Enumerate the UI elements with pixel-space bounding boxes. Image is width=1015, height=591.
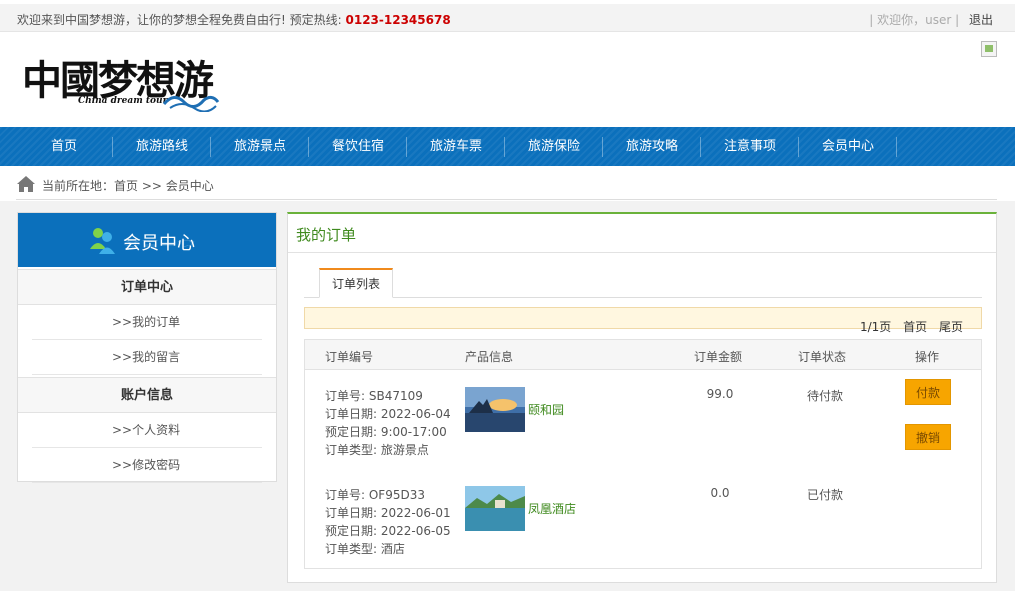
- orders-table: 订单编号 产品信息 订单金额 订单状态 操作 订单号: SB47109 订单日期…: [304, 339, 982, 569]
- members-icon: [90, 228, 115, 254]
- title-divider: [288, 252, 996, 253]
- order-date: 订单日期: 2022-06-04: [325, 407, 451, 421]
- table-row: 订单号: SB47109 订单日期: 2022-06-04 预定日期: 9:00…: [305, 379, 981, 487]
- order-date: 订单日期: 2022-06-01: [325, 506, 451, 520]
- nav-item-routes[interactable]: 旅游路线: [113, 127, 211, 166]
- order-info: 订单号: SB47109 订单日期: 2022-06-04 预定日期: 9:00…: [325, 387, 451, 459]
- cancel-button[interactable]: 撤销: [905, 424, 951, 450]
- tab-order-list[interactable]: 订单列表: [319, 268, 393, 298]
- order-amount: 0.0: [710, 486, 730, 500]
- sidebar-section-orders: 订单中心: [18, 269, 276, 305]
- welcome-text: 欢迎来到中国梦想游，让你的梦想全程免费自由行! 预定热线: 0123-12345…: [17, 11, 451, 28]
- column-header-amount: 订单金额: [694, 350, 743, 364]
- logo-wave-icon: [162, 95, 220, 112]
- page-indicator: 1/1页: [859, 320, 892, 334]
- user-area: | 欢迎你，user | 退出: [869, 11, 993, 28]
- product-name[interactable]: 颐和园: [528, 401, 564, 418]
- table-row: 订单号: OF95D33 订单日期: 2022-06-01 预定日期: 2022…: [305, 486, 981, 586]
- nav-item-dining-lodging[interactable]: 餐饮住宿: [309, 127, 407, 166]
- order-type: 订单类型: 酒店: [325, 542, 405, 556]
- order-status: 已付款: [806, 488, 843, 502]
- column-header-order-no: 订单编号: [325, 350, 374, 364]
- pay-button[interactable]: 付款: [905, 379, 951, 405]
- last-page-link[interactable]: 尾页: [939, 320, 963, 334]
- nav-item-tickets[interactable]: 旅游车票: [407, 127, 505, 166]
- sidebar: 会员中心 会员中心 订单中心 >>我的订单 >>我的留言 账户信息 >>个人资料…: [17, 212, 277, 483]
- reserve-date: 预定日期: 9:00-17:00: [325, 425, 447, 439]
- product-thumbnail[interactable]: [465, 387, 525, 432]
- product-name[interactable]: 凤凰酒店: [528, 500, 576, 517]
- order-amount: 99.0: [706, 387, 734, 401]
- pager: 1/1页 首页 尾页: [304, 307, 982, 334]
- sidebar-section-account: 账户信息: [18, 377, 276, 413]
- orders-panel: 我的订单 订单列表 1/1页 首页 尾页 订单编号 产品信息 订单金额 订单状态…: [287, 212, 997, 583]
- sidebar-link-profile[interactable]: >>个人资料: [32, 413, 262, 448]
- reserve-date: 预定日期: 2022-06-05: [325, 524, 451, 538]
- column-header-actions: 操作: [915, 350, 940, 364]
- nav-item-notes[interactable]: 注意事项: [701, 127, 799, 166]
- welcome-message: 欢迎来到中国梦想游，让你的梦想全程免费自由行! 预定热线:: [17, 13, 342, 27]
- sidebar-link-my-messages[interactable]: >>我的留言: [32, 340, 262, 375]
- sidebar-title-reflection: 会员中心: [123, 239, 195, 248]
- page-title: 我的订单: [296, 226, 357, 244]
- tab-bar: 订单列表: [304, 268, 982, 298]
- main-nav: 首页 旅游路线 旅游景点 餐饮住宿 旅游车票 旅游保险 旅游攻略 注意事项 会员…: [0, 127, 1015, 166]
- hotline-number: 0123-12345678: [345, 13, 451, 27]
- site-logo[interactable]: 中國梦想游 China dream tour: [22, 48, 222, 114]
- column-header-product: 产品信息: [465, 350, 514, 364]
- logout-link[interactable]: 退出: [969, 13, 993, 27]
- nav-item-home[interactable]: 首页: [15, 127, 113, 166]
- first-page-link[interactable]: 首页: [903, 320, 927, 334]
- nav-item-insurance[interactable]: 旅游保险: [505, 127, 603, 166]
- breadcrumb-text: 当前所在地：首页 >> 会员中心: [42, 179, 214, 193]
- order-type: 订单类型: 旅游景点: [325, 443, 429, 457]
- sidebar-link-change-password[interactable]: >>修改密码: [32, 448, 262, 483]
- broken-image-icon: [981, 41, 997, 57]
- order-number: 订单号: OF95D33: [325, 488, 425, 502]
- logo-english: China dream tour: [78, 96, 168, 106]
- nav-item-guides[interactable]: 旅游攻略: [603, 127, 701, 166]
- sidebar-link-my-orders[interactable]: >>我的订单: [32, 305, 262, 340]
- nav-item-attractions[interactable]: 旅游景点: [211, 127, 309, 166]
- top-bar: 欢迎来到中国梦想游，让你的梦想全程免费自由行! 预定热线: 0123-12345…: [0, 4, 1015, 32]
- breadcrumb: 当前所在地：首页 >> 会员中心: [16, 172, 997, 200]
- product-thumbnail[interactable]: [465, 486, 525, 531]
- home-icon: [17, 176, 35, 192]
- order-info: 订单号: OF95D33 订单日期: 2022-06-01 预定日期: 2022…: [325, 486, 451, 558]
- table-header: 订单编号 产品信息 订单金额 订单状态 操作: [305, 340, 981, 370]
- user-greeting: | 欢迎你，user |: [869, 13, 960, 27]
- sidebar-header: 会员中心 会员中心: [18, 213, 276, 267]
- order-number: 订单号: SB47109: [325, 389, 423, 403]
- header: 中國梦想游 China dream tour: [0, 33, 1015, 127]
- order-status: 待付款: [806, 389, 843, 403]
- column-header-status: 订单状态: [798, 350, 847, 364]
- nav-item-member-center[interactable]: 会员中心: [799, 127, 897, 166]
